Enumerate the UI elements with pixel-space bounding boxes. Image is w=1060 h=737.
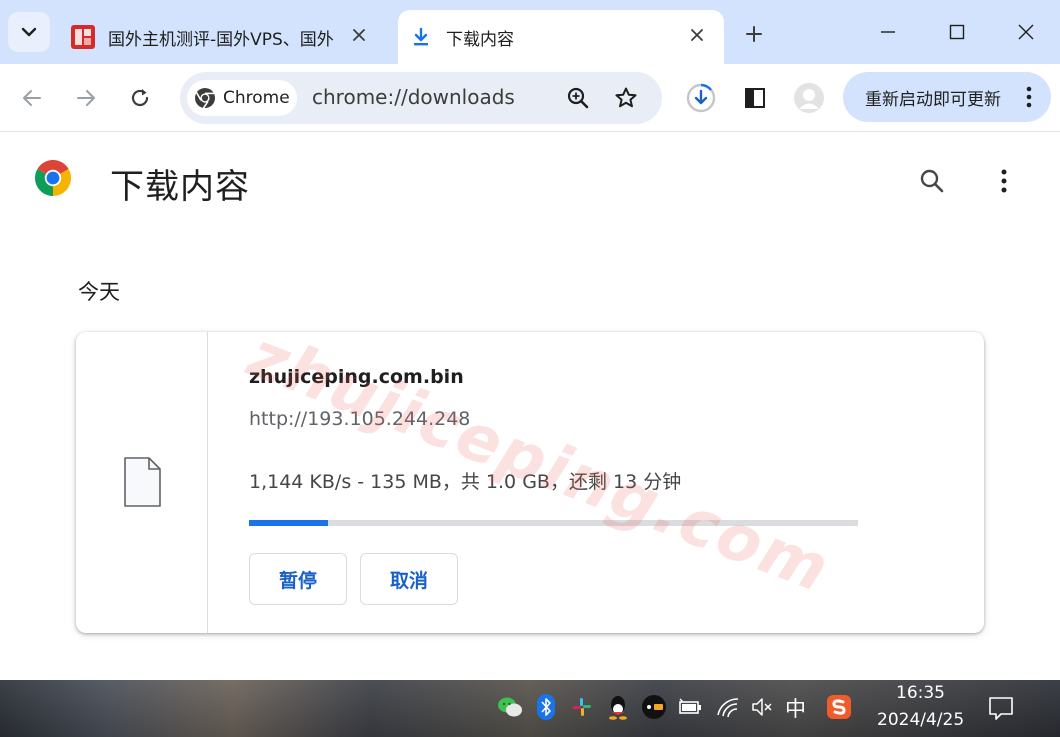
download-progress-bar: [249, 520, 858, 526]
tab-zhujiceping[interactable]: 国外主机测评-国外VPS、国外: [60, 10, 386, 64]
forward-button[interactable]: [68, 80, 104, 116]
reload-icon: [131, 89, 149, 107]
site-info-chip[interactable]: Chrome: [187, 80, 297, 116]
battery-icon[interactable]: [677, 694, 703, 720]
bluetooth-icon[interactable]: [533, 694, 559, 720]
more-actions-button[interactable]: [988, 163, 1020, 199]
close-icon: [691, 29, 703, 41]
update-label: 重新启动即可更新: [865, 89, 1001, 110]
site-favicon-icon: [70, 24, 96, 50]
notification-center-icon[interactable]: [987, 694, 1015, 722]
download-progress-icon: [686, 83, 716, 113]
arrow-right-icon: [77, 90, 95, 106]
input-method-indicator[interactable]: 中: [785, 693, 806, 723]
downloads-button[interactable]: [683, 80, 719, 116]
tab-downloads[interactable]: 下载内容: [398, 10, 724, 64]
close-icon: [1018, 24, 1034, 40]
tab-title: 国外主机测评-国外VPS、国外: [108, 29, 334, 50]
downloads-header: 下载内容: [0, 133, 1060, 229]
maximize-button[interactable]: [937, 14, 977, 50]
download-filename[interactable]: zhujiceping.com.bin: [249, 366, 464, 388]
tab-strip: 国外主机测评-国外VPS、国外 下载内容: [0, 0, 1060, 64]
browser-toolbar: Chrome chrome://downloads 重新启动即可更新: [0, 64, 1060, 132]
clock-time[interactable]: 16:35: [896, 683, 945, 703]
chevron-down-icon: [21, 27, 37, 37]
address-text[interactable]: chrome://downloads: [312, 85, 515, 109]
clock-date[interactable]: 2024/4/25: [877, 710, 964, 730]
omnibox[interactable]: Chrome chrome://downloads: [180, 72, 662, 124]
close-icon: [353, 29, 365, 41]
media-app-icon[interactable]: [641, 694, 667, 720]
wifi-icon[interactable]: [715, 694, 741, 720]
minimize-button[interactable]: [868, 14, 908, 50]
tab-title: 下载内容: [446, 29, 514, 50]
download-status: 1,144 KB/s - 135 MB，共 1.0 GB，还剩 13 分钟: [249, 471, 682, 493]
slack-icon[interactable]: [569, 694, 595, 720]
pause-button[interactable]: 暂停: [249, 553, 347, 605]
search-icon: [920, 169, 944, 193]
bookmark-button[interactable]: [612, 84, 640, 112]
tab-search-button[interactable]: [8, 12, 50, 52]
relaunch-update-button[interactable]: 重新启动即可更新: [843, 72, 1051, 122]
qq-icon[interactable]: [605, 694, 631, 720]
new-tab-button[interactable]: [738, 18, 770, 50]
tab-close-button[interactable]: [348, 24, 370, 46]
arrow-left-icon: [23, 90, 41, 106]
chrome-logo-icon: [34, 159, 72, 196]
minimize-icon: [881, 31, 895, 33]
search-downloads-button[interactable]: [914, 163, 950, 199]
side-panel-button[interactable]: [737, 80, 773, 116]
tab-close-button[interactable]: [686, 24, 708, 46]
progress-fill: [249, 520, 329, 526]
chrome-logo-icon: [195, 88, 215, 109]
profile-button[interactable]: [791, 80, 827, 116]
page-title: 下载内容: [110, 167, 250, 207]
chip-label: Chrome: [223, 88, 290, 108]
download-icon: [408, 24, 434, 50]
back-button[interactable]: [14, 80, 50, 116]
date-heading: 今天: [78, 280, 120, 304]
file-icon-column: [76, 332, 208, 633]
sogou-input-icon[interactable]: [826, 694, 852, 720]
wechat-icon[interactable]: [497, 694, 523, 720]
download-item-card: zhujiceping.com.bin http://193.105.244.2…: [76, 332, 984, 633]
close-window-button[interactable]: [1006, 14, 1046, 50]
plus-icon: [746, 26, 762, 42]
more-vert-icon: [1026, 86, 1032, 108]
maximize-icon: [949, 24, 965, 40]
reload-button[interactable]: [122, 80, 158, 116]
star-icon: [615, 87, 637, 108]
windows-taskbar: 中 16:35 2024/4/25: [0, 680, 1060, 737]
file-icon: [124, 457, 161, 507]
avatar-icon: [794, 83, 824, 113]
volume-muted-icon[interactable]: [749, 694, 775, 720]
zoom-button[interactable]: [564, 84, 592, 112]
more-vert-icon: [1001, 169, 1007, 193]
download-source-url[interactable]: http://193.105.244.248: [249, 408, 470, 430]
cancel-button[interactable]: 取消: [360, 553, 458, 605]
side-panel-icon: [745, 88, 765, 108]
zoom-in-icon: [567, 87, 589, 109]
